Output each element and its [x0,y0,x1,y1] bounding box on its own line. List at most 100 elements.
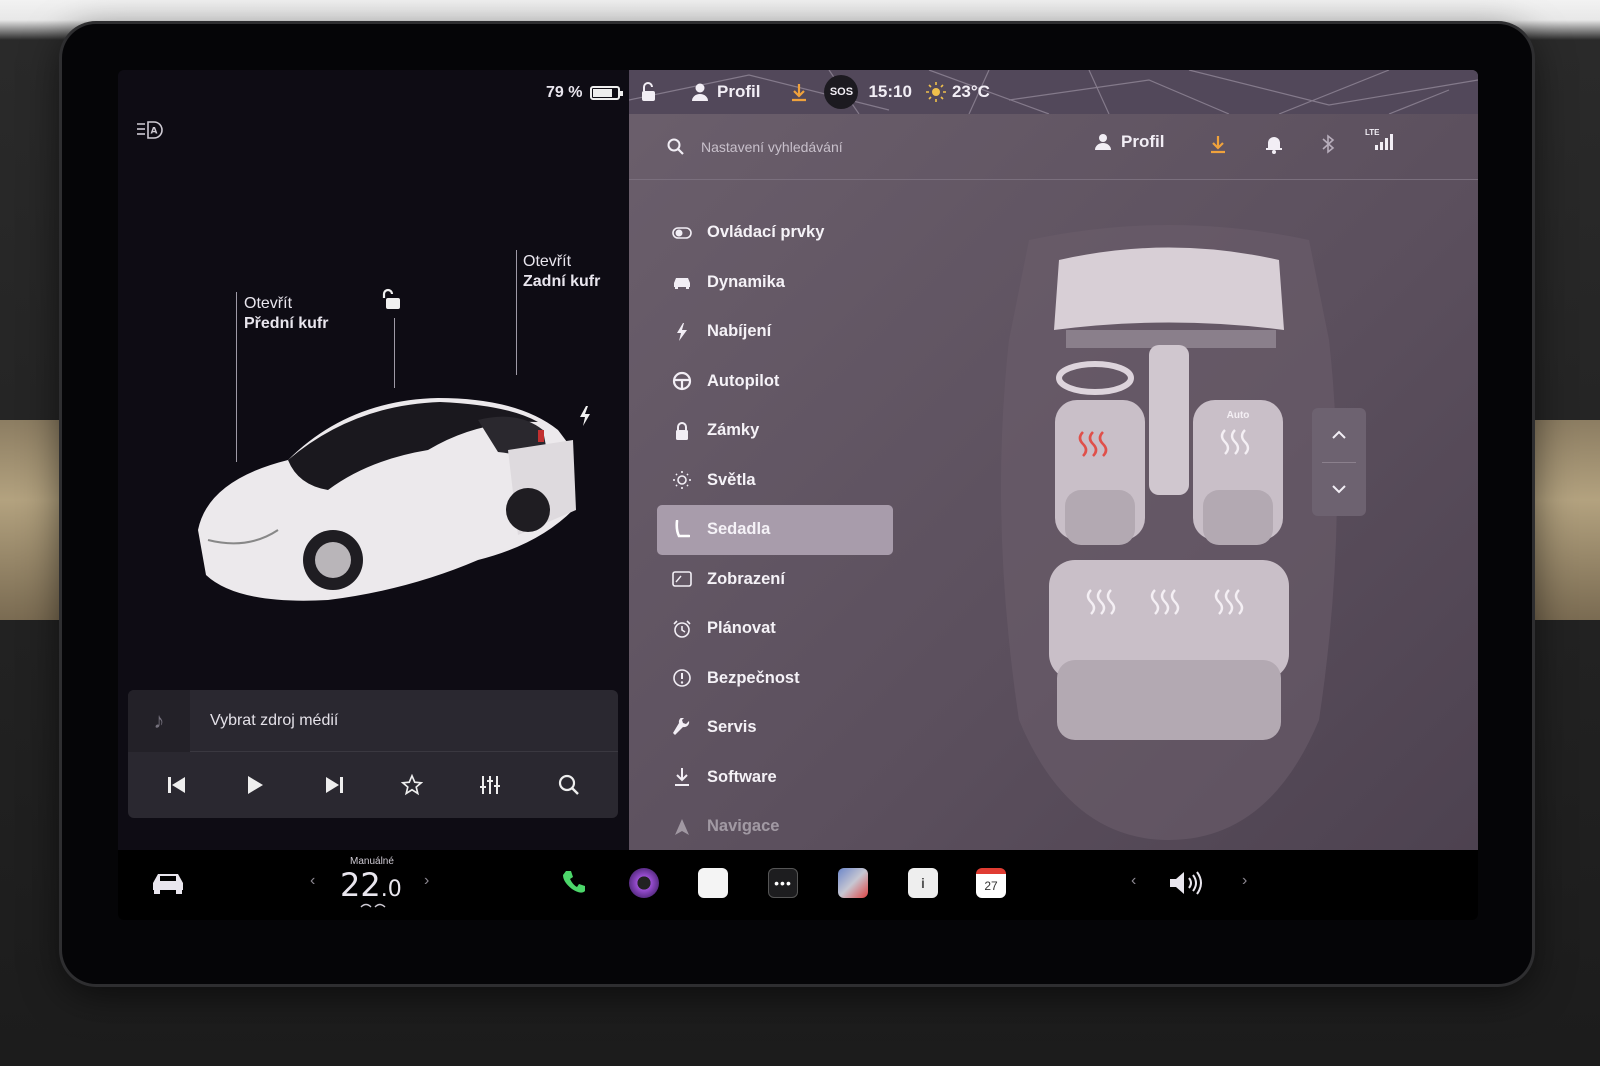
status-bar: Profil SOS 15:10 23°C [629,70,1478,114]
display-icon [671,568,693,590]
passenger-seat[interactable] [1193,400,1283,545]
battery-percent: 79 % [546,84,583,101]
media-controls [128,752,618,818]
menu-item-lights[interactable]: Světla [657,456,893,506]
calendar-app-icon[interactable]: 27 [976,868,1006,898]
bolt-icon [671,321,693,343]
search-input[interactable]: Nastavení vyhledávání [701,139,843,155]
menu-item-autopilot[interactable]: Autopilot [657,357,893,407]
music-note-icon: ♪ [128,690,190,752]
menu-item-controls[interactable]: Ovládací prvky [657,208,893,258]
cabin-seats-view: Auto [1001,225,1337,840]
menu-label: Navigace [707,817,780,836]
next-track-icon[interactable] [314,765,354,805]
menu-item-safety[interactable]: Bezpečnost [657,654,893,704]
menu-item-display[interactable]: Zobrazení [657,555,893,605]
menu-item-charging[interactable]: Nabíjení [657,307,893,357]
battery-icon [590,86,624,100]
profile-icon [692,83,708,101]
download-icon[interactable] [1209,134,1227,154]
volume-down-icon[interactable]: ‹ [1131,872,1136,890]
header-profile-label: Profil [1121,132,1165,151]
rear-trunk-label: Zadní kufr [523,273,601,290]
defrost-icon[interactable] [359,902,389,912]
cabin-temperature[interactable]: 22.0 [340,866,402,904]
status-time: 15:10 [868,82,912,101]
unlocked-status-icon[interactable] [639,81,657,103]
menu-label: Zámky [707,421,760,440]
dashboard-trim-left [0,420,70,620]
unlock-icon[interactable] [380,288,404,312]
vehicle-model-image [198,398,576,601]
notes-app-icon[interactable] [698,868,728,898]
temp-up-icon[interactable]: › [424,872,429,890]
vehicle-panel: 79 % A Otevřít Přední kufr Otevřít Zadní… [118,70,641,850]
previous-track-icon[interactable] [157,765,197,805]
car-icon [671,271,693,293]
manual-app-icon[interactable]: i [908,868,938,898]
settings-search[interactable]: Nastavení vyhledávání [629,114,1478,180]
equalizer-icon[interactable] [470,765,510,805]
search-icon [667,138,684,155]
download-status-icon[interactable] [790,82,808,102]
touchscreen: 79 % A Otevřít Přední kufr Otevřít Zadní… [118,70,1478,920]
scroll-up-icon[interactable] [1312,408,1366,462]
profile-icon [1095,134,1111,150]
scroll-down-icon[interactable] [1312,462,1366,516]
favorite-star-icon[interactable] [392,765,432,805]
media-source-label: Vybrat zdroj médií [210,711,339,729]
car-controls-icon[interactable] [150,870,186,894]
battery-status: 79 % [546,84,624,102]
volume-up-icon[interactable]: › [1242,872,1247,890]
temp-down-icon[interactable]: ‹ [310,872,315,890]
menu-label: Sedadla [707,520,771,539]
menu-label: Bezpečnost [707,668,800,687]
clock-icon [671,618,693,640]
notification-bell-icon[interactable] [1265,134,1283,154]
svg-text:A: A [151,127,158,137]
menu-item-software[interactable]: Software [657,753,893,803]
menu-item-service[interactable]: Servis [657,703,893,753]
menu-item-navigation[interactable]: Navigace [657,802,893,850]
menu-item-locks[interactable]: Zámky [657,406,893,456]
menu-label: Software [707,767,777,786]
phone-icon[interactable] [560,868,588,896]
menu-item-dynamics[interactable]: Dynamika [657,258,893,308]
menu-label: Ovládací prvky [707,223,825,242]
bluetooth-icon[interactable] [1321,134,1335,154]
settings-menu: Ovládací prvky Dynamika Nabíjení Autopil… [657,208,893,850]
header-profile[interactable]: Profil [1095,132,1164,152]
temp-decimal: .0 [380,877,402,902]
rear-trunk-callout[interactable]: Otevřít Zadní kufr [523,252,600,292]
play-icon[interactable] [235,765,275,805]
status-profile-label[interactable]: Profil [717,82,760,102]
auto-headlights-icon[interactable]: A [136,120,164,140]
more-apps-icon[interactable]: ••• [768,868,798,898]
sos-button[interactable]: SOS [824,75,859,109]
front-trunk-label: Přední kufr [244,315,329,332]
sun-weather-icon [925,82,946,102]
media-search-icon[interactable] [549,765,589,805]
download-icon [671,766,693,788]
settings-panel: Profil SOS 15:10 23°C Nastavení vyhledáv… [629,70,1478,850]
volume-icon[interactable] [1168,870,1204,896]
front-trunk-action: Otevřít [244,295,293,312]
front-trunk-callout[interactable]: Otevřít Přední kufr [244,294,328,334]
wrench-icon [671,717,693,739]
menu-label: Plánovat [707,619,776,638]
camera-app-icon[interactable] [629,868,659,898]
menu-item-schedule[interactable]: Plánovat [657,604,893,654]
rear-trunk-action: Otevřít [523,253,572,270]
media-source-row[interactable]: ♪ Vybrat zdroj médií [128,690,618,752]
rear-bench[interactable] [1049,560,1289,740]
menu-label: Světla [707,470,756,489]
menu-label: Zobrazení [707,569,785,588]
navigation-app-icon[interactable] [838,868,868,898]
menu-label: Nabíjení [707,322,772,341]
menu-item-seats[interactable]: Sedadla [657,505,893,555]
bottom-dock: ‹ Manuálné 22.0 › ••• i 27 ‹ › [118,850,1478,920]
menu-label: Autopilot [707,371,780,390]
alert-icon [671,667,693,689]
steering-wheel-icon [671,370,693,392]
sun-icon [671,469,693,491]
